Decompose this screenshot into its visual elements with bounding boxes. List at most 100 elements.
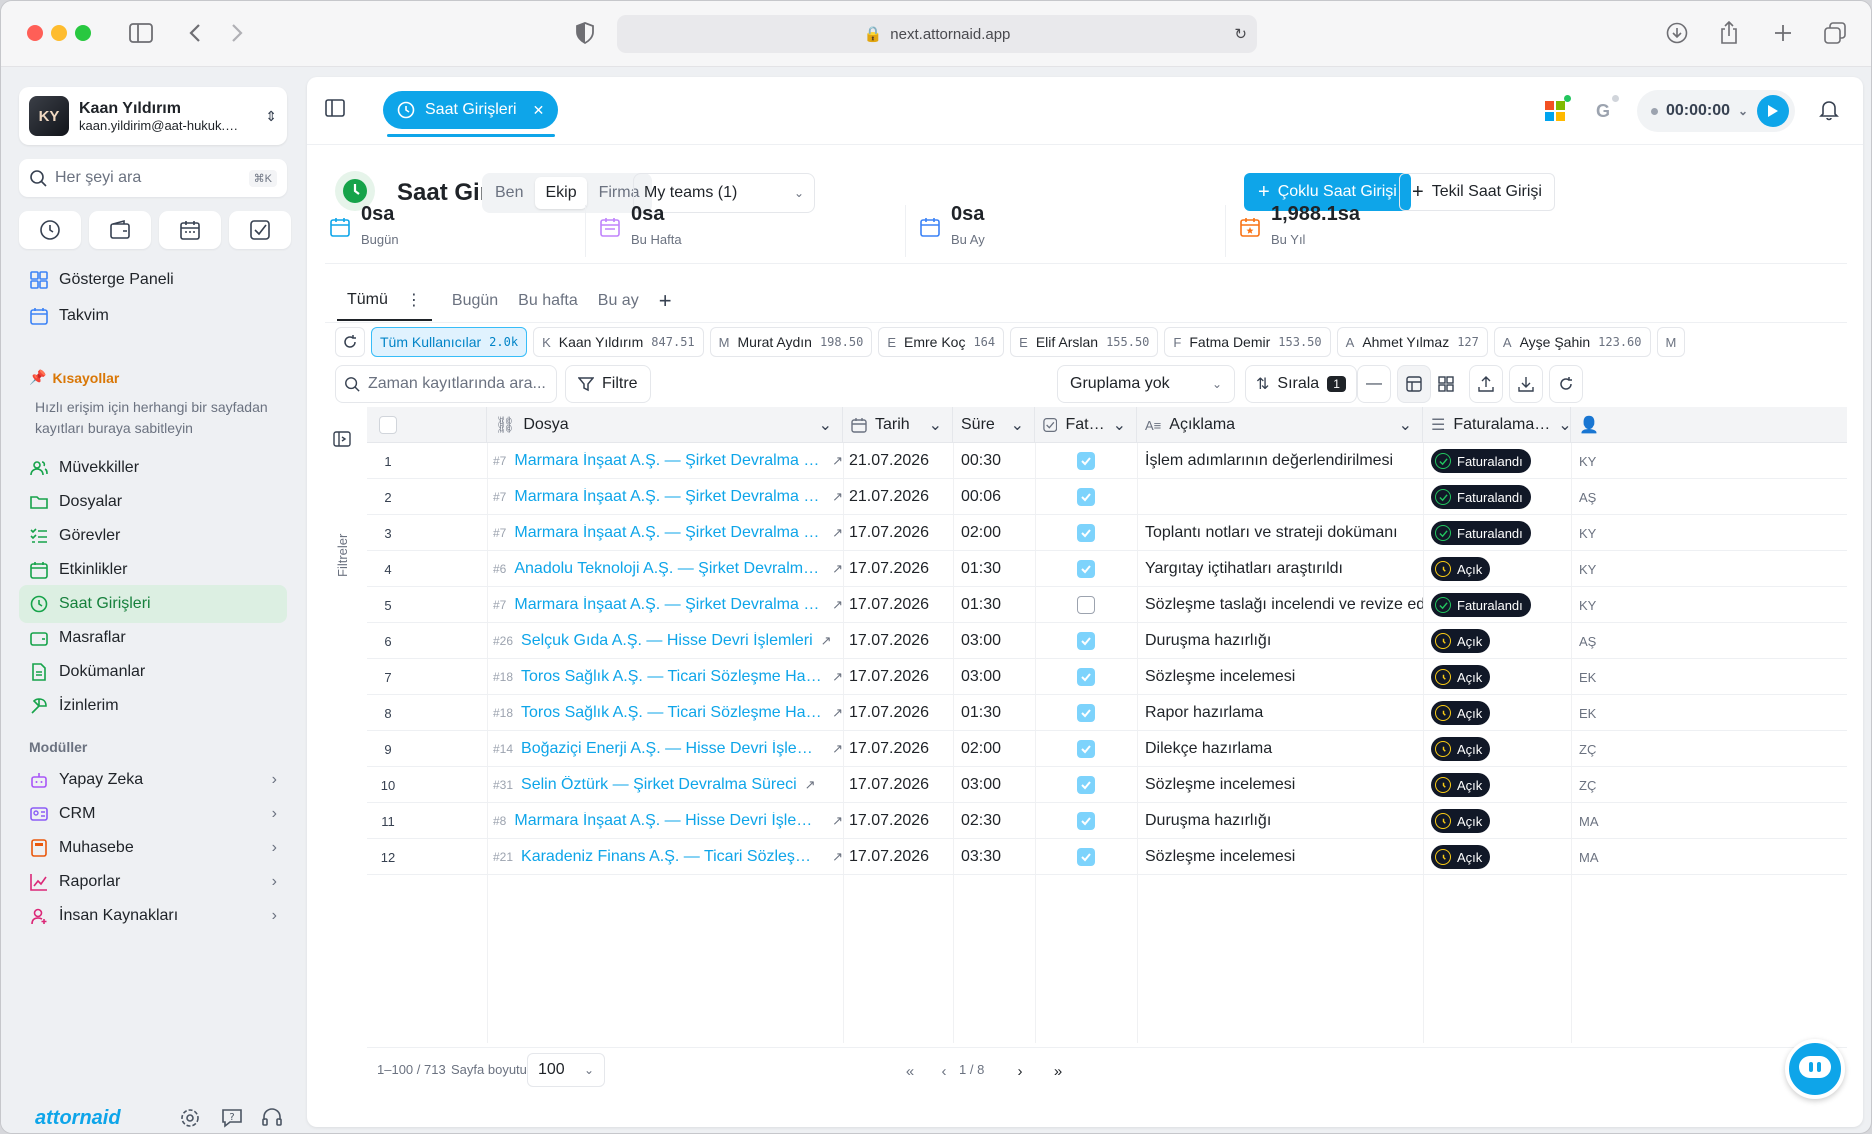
sidebar-item-expenses[interactable]: Masraflar xyxy=(19,619,287,657)
external-link-icon[interactable]: ↗ xyxy=(805,777,816,793)
filters-panel[interactable]: Filtreler xyxy=(327,421,359,1021)
group-by-select[interactable]: Gruplama yok ⌄ xyxy=(1057,365,1235,403)
chip-user[interactable]: M Murat Aydın 198.50 xyxy=(709,327,873,357)
chip-all-users[interactable]: Tüm Kullanıcılar 2.0k xyxy=(371,327,528,357)
external-link-icon[interactable]: ↗ xyxy=(832,741,843,757)
column-file[interactable]: ⛓ Dosya ⌄ xyxy=(487,407,843,443)
first-page-icon[interactable]: « xyxy=(899,1060,921,1082)
status-badge[interactable]: Açık xyxy=(1431,629,1491,653)
refresh-button[interactable] xyxy=(1549,365,1583,403)
column-user[interactable]: 👤 xyxy=(1571,407,1611,443)
quick-timer-button[interactable] xyxy=(19,211,81,249)
zoom-window-button[interactable] xyxy=(75,25,91,41)
google-icon[interactable]: G xyxy=(1587,95,1619,127)
file-link[interactable]: Toros Sağlık A.Ş. — Ticari Sözleşme Hazı… xyxy=(521,668,824,686)
microsoft-icon[interactable] xyxy=(1539,95,1571,127)
chip-user[interactable]: M xyxy=(1656,327,1686,357)
tab-today[interactable]: Bugün xyxy=(442,281,508,321)
billable-checkbox[interactable] xyxy=(1077,596,1095,614)
minimize-window-button[interactable] xyxy=(51,25,67,41)
sidebar-item-crm[interactable]: CRM › xyxy=(19,795,287,833)
filter-button[interactable]: Filtre xyxy=(565,365,651,403)
status-badge[interactable]: Faturalandı xyxy=(1431,593,1531,617)
chip-user[interactable]: A Ayşe Şahin 123.60 xyxy=(1493,327,1651,357)
billable-checkbox[interactable] xyxy=(1077,452,1095,470)
table-row[interactable]: 5 #7 Marmara İnşaat A.Ş. — Şirket Devralma… xyxy=(367,587,1847,623)
sidebar-toggle-icon[interactable] xyxy=(127,19,155,47)
billable-checkbox[interactable] xyxy=(1077,488,1095,506)
sidebar-item-calendar[interactable]: Takvim xyxy=(19,297,287,335)
panel-toggle-icon[interactable] xyxy=(325,99,345,122)
share-icon[interactable] xyxy=(1715,19,1743,47)
prev-page-icon[interactable]: ‹ xyxy=(933,1060,955,1082)
forward-icon[interactable] xyxy=(223,19,251,47)
chevron-down-icon[interactable]: ⌄ xyxy=(1738,104,1748,118)
billable-checkbox[interactable] xyxy=(1077,776,1095,794)
file-link[interactable]: Selçuk Gıda A.Ş. — Hisse Devri İşlemleri xyxy=(521,632,813,650)
tab-this-month[interactable]: Bu ay xyxy=(588,281,649,321)
sidebar-item-accounting[interactable]: Muhasebe › xyxy=(19,829,287,867)
status-badge[interactable]: Açık xyxy=(1431,773,1491,797)
external-link-icon[interactable]: ↗ xyxy=(832,813,843,829)
file-link[interactable]: Marmara İnşaat A.Ş. — Hisse Devri İşleml… xyxy=(514,812,824,830)
support-headset-icon[interactable] xyxy=(261,1107,283,1133)
close-window-button[interactable] xyxy=(27,25,43,41)
external-link-icon[interactable]: ↗ xyxy=(832,489,843,505)
file-link[interactable]: Marmara İnşaat A.Ş. — Şirket Devralma Sü… xyxy=(514,524,824,542)
status-badge[interactable]: Açık xyxy=(1431,737,1491,761)
select-all-checkbox[interactable] xyxy=(379,416,397,434)
table-row[interactable]: 6 #26 Selçuk Gıda A.Ş. — Hisse Devri İşlem… xyxy=(367,623,1847,659)
external-link-icon[interactable]: ↗ xyxy=(832,849,843,865)
download-icon[interactable] xyxy=(1663,19,1691,47)
quick-calendar-button[interactable] xyxy=(159,211,221,249)
tab-this-week[interactable]: Bu hafta xyxy=(508,281,588,321)
external-link-icon[interactable]: ↗ xyxy=(832,453,843,469)
user-switcher[interactable]: KY Kaan Yıldırım kaan.yildirim@aat-hukuk… xyxy=(19,87,287,145)
column-billable[interactable]: Fat… ⌄ xyxy=(1035,407,1137,443)
billable-checkbox[interactable] xyxy=(1077,668,1095,686)
sidebar-item-dashboard[interactable]: Gösterge Paneli xyxy=(19,261,287,299)
sidebar-item-events[interactable]: Etkinlikler xyxy=(19,551,287,589)
sidebar-item-clients[interactable]: Müvekkiller xyxy=(19,449,287,487)
timer-widget[interactable]: 00:00:00 ⌄ xyxy=(1637,90,1795,132)
file-link[interactable]: Selin Öztürk — Şirket Devralma Süreci xyxy=(521,776,797,794)
file-link[interactable]: Marmara İnşaat A.Ş. — Şirket Devralma Sü… xyxy=(514,488,824,506)
billable-checkbox[interactable] xyxy=(1077,848,1095,866)
reload-icon[interactable]: ↻ xyxy=(1234,25,1247,43)
chip-user[interactable]: E Elif Arslan 155.50 xyxy=(1010,327,1159,357)
new-tab-icon[interactable] xyxy=(1769,19,1797,47)
sidebar-item-leaves[interactable]: İzinlerim xyxy=(19,687,287,725)
table-row[interactable]: 9 #14 Boğaziçi Enerji A.Ş. — Hisse Devri İ… xyxy=(367,731,1847,767)
sidebar-item-reports[interactable]: Raporlar › xyxy=(19,863,287,901)
grid-view-button[interactable] xyxy=(1429,365,1463,403)
collapse-button[interactable]: — xyxy=(1357,365,1391,403)
next-page-icon[interactable]: › xyxy=(1009,1060,1031,1082)
privacy-shield-icon[interactable] xyxy=(571,19,599,47)
status-badge[interactable]: Faturalandı xyxy=(1431,521,1531,545)
table-row[interactable]: 7 #18 Toros Sağlık A.Ş. — Ticari Sözleşme … xyxy=(367,659,1847,695)
file-link[interactable]: Marmara İnşaat A.Ş. — Şirket Devralma Sü… xyxy=(514,452,824,470)
download-button[interactable] xyxy=(1509,365,1543,403)
sidebar-item-files[interactable]: Dosyalar xyxy=(19,483,287,521)
billable-checkbox[interactable] xyxy=(1077,704,1095,722)
chip-user[interactable]: K Kaan Yıldırım 847.51 xyxy=(533,327,704,357)
filter-panel-icon[interactable] xyxy=(333,431,351,447)
external-link-icon[interactable]: ↗ xyxy=(832,669,843,685)
global-search[interactable]: Her şeyi ara ⌘K xyxy=(19,159,287,197)
sidebar-item-tasks[interactable]: Görevler xyxy=(19,517,287,555)
play-button[interactable] xyxy=(1757,95,1789,127)
file-link[interactable]: Toros Sağlık A.Ş. — Ticari Sözleşme Hazı… xyxy=(521,704,824,722)
tab-all[interactable]: Tümü ⋮ xyxy=(337,281,432,321)
table-view-button[interactable] xyxy=(1397,365,1431,403)
external-link-icon[interactable]: ↗ xyxy=(832,525,843,541)
add-tab-icon[interactable]: + xyxy=(649,281,682,321)
brand-logo[interactable]: attornaid xyxy=(35,1107,121,1130)
file-link[interactable]: Boğaziçi Enerji A.Ş. — Hisse Devri İşlem… xyxy=(521,740,824,758)
billable-checkbox[interactable] xyxy=(1077,524,1095,542)
status-badge[interactable]: Faturalandı xyxy=(1431,449,1531,473)
tab-overview-icon[interactable] xyxy=(1821,19,1849,47)
help-chat-icon[interactable]: ? xyxy=(221,1107,243,1133)
chip-user[interactable]: A Ahmet Yılmaz 127 xyxy=(1336,327,1488,357)
settings-icon[interactable] xyxy=(179,1107,201,1133)
column-duration[interactable]: Süre ⌄ xyxy=(953,407,1035,443)
